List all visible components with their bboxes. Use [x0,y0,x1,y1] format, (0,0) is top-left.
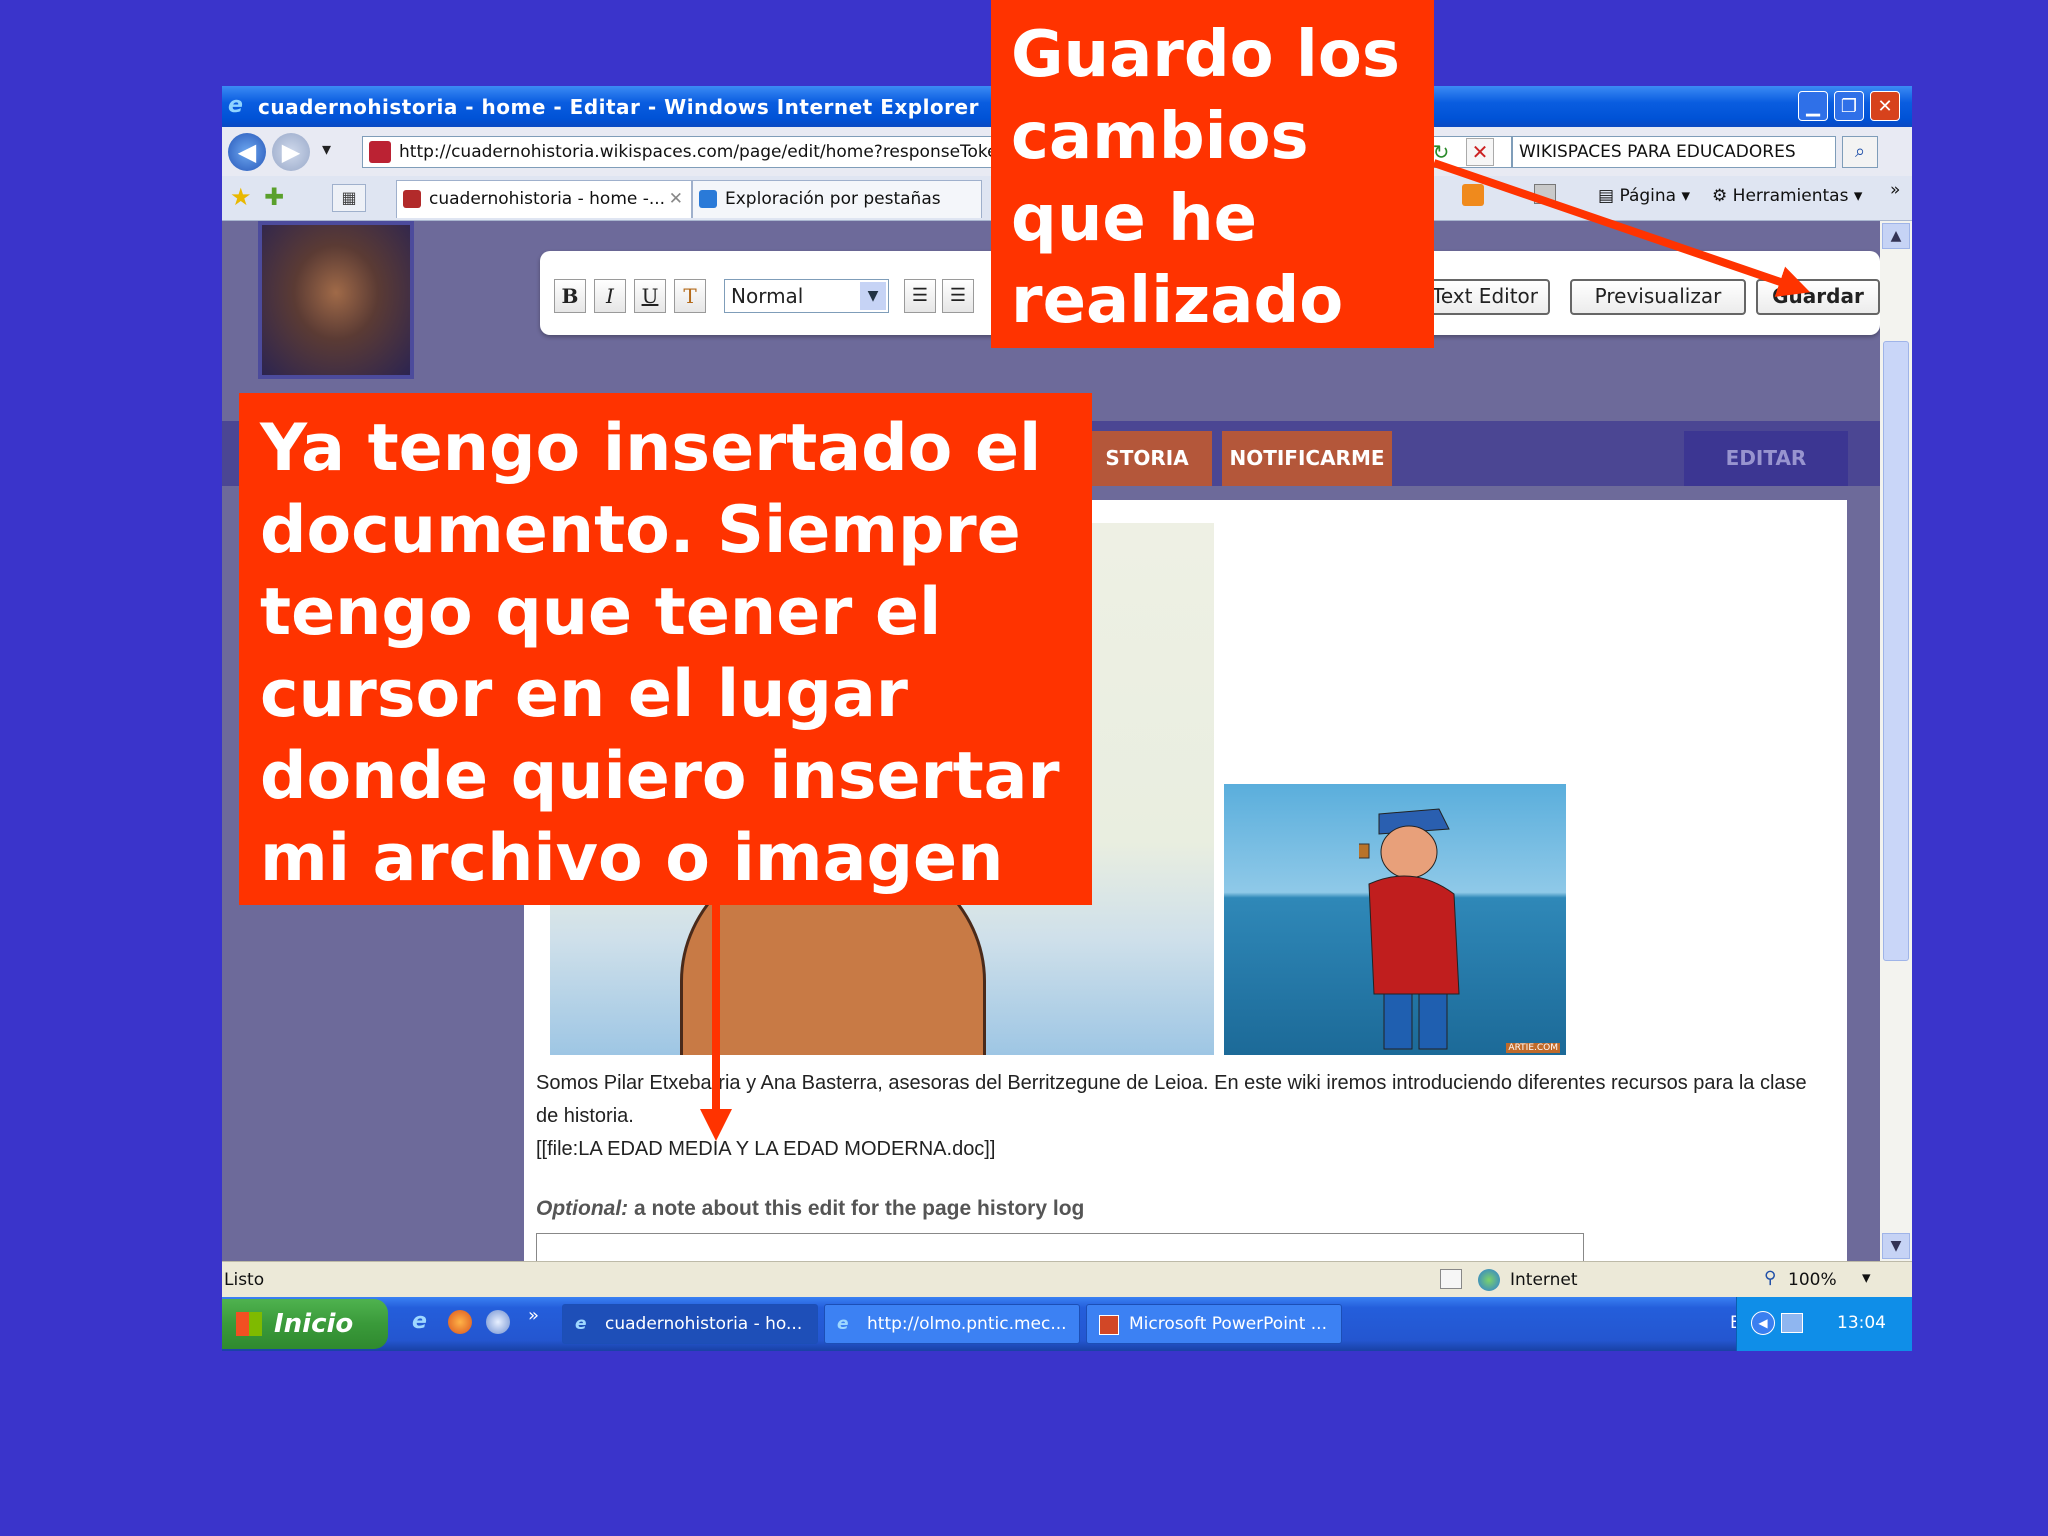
annotation-arrows [700,159,1811,1141]
arrow-to-save [1432,159,1811,297]
